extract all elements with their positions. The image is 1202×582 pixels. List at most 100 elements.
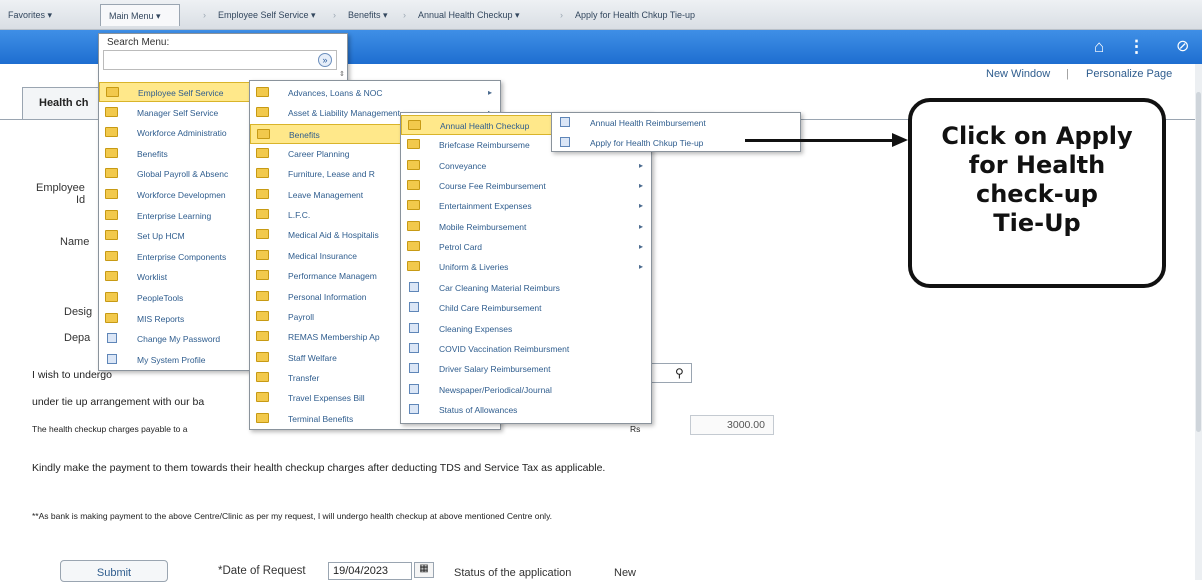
chevron-right-icon: ▸ (638, 221, 643, 231)
date-of-request-label: *Date of Request (218, 565, 306, 577)
folder-icon (105, 168, 118, 179)
menu-item-label: Conveyance (439, 160, 487, 171)
page-icon (107, 353, 117, 364)
menu-item-label: Advances, Loans & NOC (288, 88, 383, 98)
menu-item-label: Driver Salary Reimbursement (439, 364, 551, 375)
breadcrumb-separator-icon: › (333, 10, 336, 20)
page-icon (409, 363, 419, 374)
menu-item-label: Car Cleaning Material Reimburs (439, 282, 560, 293)
personalize-page-link[interactable]: Personalize Page (1086, 68, 1172, 80)
home-icon[interactable]: ⌂ (1094, 37, 1104, 57)
link-divider: | (1066, 68, 1069, 80)
favorites-menu[interactable]: Favorites ▾ (8, 10, 52, 21)
page-icon (409, 302, 419, 313)
search-go-icon[interactable]: » (318, 53, 332, 67)
chevron-right-icon: ▸ (638, 201, 643, 211)
menu-item-label: L.F.C. (288, 210, 311, 221)
menu-item-label: Child Care Reimbursement (439, 303, 542, 314)
menu-item-label: Global Payroll & Absenc (137, 169, 229, 180)
page-icon (409, 342, 419, 353)
menu-item-newspaper-periodical-journal[interactable]: Newspaper/Periodical/Journal (401, 380, 651, 400)
menu-item-label: COVID Vaccination Reimbursment (439, 343, 570, 354)
menu-item-entertainment-expenses[interactable]: Entertainment Expenses ▸ (401, 196, 651, 216)
callout-line: Tie-Up (993, 209, 1081, 237)
menu-item-label: Briefcase Reimburseme (439, 140, 530, 151)
scrollbar-thumb[interactable] (1196, 92, 1201, 432)
menu-item-label: Workforce Developmen (137, 190, 226, 200)
menu-item-apply-for-health-chkup-tie-up[interactable]: Apply for Health Chkup Tie-up (552, 133, 800, 153)
menu-item-mobile-reimbursement[interactable]: Mobile Reimbursement ▸ (401, 217, 651, 237)
folder-icon (407, 180, 420, 191)
folder-icon (407, 159, 420, 170)
menu-item-covid-vaccination-reimbursment[interactable]: COVID Vaccination Reimbursment (401, 339, 651, 359)
menu-item-uniform-liveries[interactable]: Uniform & Liveries ▸ (401, 257, 651, 277)
menu-item-label: My System Profile (137, 354, 206, 365)
menu-item-car-cleaning-material-reimburs[interactable]: Car Cleaning Material Reimburs (401, 278, 651, 298)
callout-line: for Health (968, 151, 1106, 179)
menu-item-label: Employee Self Service (138, 88, 224, 98)
designation-label: Desig (64, 306, 93, 318)
menu-item-status-of-allowances[interactable]: Status of Allowances (401, 400, 651, 420)
centre-lookup-button[interactable]: ⚲ (650, 363, 692, 383)
menu-item-label: Medical Insurance (288, 250, 357, 261)
scroll-indicator-icon[interactable]: ⇕ (339, 70, 345, 78)
folder-icon (105, 106, 118, 117)
date-of-request-input[interactable]: 19/04/2023 (328, 562, 412, 580)
callout-line: check-up (975, 180, 1098, 208)
chevron-right-icon: ▸ (638, 262, 643, 272)
menu-item-child-care-reimbursement[interactable]: Child Care Reimbursement (401, 298, 651, 318)
chevron-right-icon: ▸ (638, 181, 643, 191)
menu-item-course-fee-reimbursement[interactable]: Course Fee Reimbursement ▸ (401, 176, 651, 196)
menu-item-label: Apply for Health Chkup Tie-up (590, 138, 704, 148)
folder-icon (256, 148, 269, 159)
main-menu-button[interactable]: Main Menu ▾ (100, 4, 180, 26)
menu-item-label: Status of Allowances (439, 404, 518, 415)
menu-item-conveyance[interactable]: Conveyance ▸ (401, 156, 651, 176)
folder-icon (256, 168, 269, 179)
folder-icon (407, 200, 420, 211)
page-icon (409, 281, 419, 292)
folder-icon (105, 250, 118, 261)
breadcrumb-benefits[interactable]: Benefits ▾ (348, 10, 388, 21)
folder-icon (256, 209, 269, 220)
folder-icon (407, 241, 420, 252)
page-icon (107, 333, 117, 344)
instruction-callout: Click on Apply for Health check-up Tie-U… (908, 98, 1166, 288)
folder-icon (256, 351, 269, 362)
folder-icon (106, 87, 119, 97)
menu-item-petrol-card[interactable]: Petrol Card ▸ (401, 237, 651, 257)
more-vertical-icon[interactable]: ⋮ (1128, 37, 1145, 57)
tab-label: Health ch (39, 97, 89, 109)
menu-item-cleaning-expenses[interactable]: Cleaning Expenses (401, 319, 651, 339)
breadcrumb-employee-self-service[interactable]: Employee Self Service ▾ (218, 10, 316, 21)
menu-item-label: Uniform & Liveries (439, 262, 509, 273)
search-menu-input[interactable]: » (103, 50, 337, 70)
menu-item-label: Course Fee Reimbursement (439, 181, 546, 192)
menu-item-label: Payroll (288, 311, 314, 322)
menu-item-label: Enterprise Learning (137, 210, 212, 221)
folder-icon (256, 310, 269, 321)
submit-button[interactable]: Submit (60, 560, 168, 582)
menu-item-label: Enterprise Components (137, 251, 227, 262)
calendar-icon[interactable]: ▦ (414, 562, 434, 578)
search-menu-label: Search Menu: (107, 37, 170, 48)
name-label: Name (60, 236, 90, 248)
menu-item-label: Asset & Liability Management (288, 108, 400, 119)
navbar-icon[interactable]: ⊘ (1176, 37, 1189, 57)
menu-item-label: Mobile Reimbursement (439, 221, 527, 232)
menu-item-label: Annual Health Reimbursement (590, 118, 706, 128)
main-menu-label: Main Menu ▾ (109, 11, 161, 21)
new-window-link[interactable]: New Window (986, 68, 1050, 80)
menu-item-driver-salary-reimbursement[interactable]: Driver Salary Reimbursement (401, 359, 651, 379)
charges-currency: Rs (630, 424, 641, 434)
page-icon (409, 322, 419, 333)
menu-item-label: Furniture, Lease and R (288, 169, 375, 180)
menu-item-advances-loans-noc[interactable]: Advances, Loans & NOC ▸ (250, 83, 500, 103)
menu-item-annual-health-reimbursement[interactable]: Annual Health Reimbursement (552, 113, 800, 133)
breadcrumb-annual-health-checkup[interactable]: Annual Health Checkup ▾ (418, 10, 520, 21)
charges-text: The health checkup charges payable to a (32, 424, 188, 434)
menu-item-label: Terminal Benefits (288, 413, 354, 424)
menu-item-label: Staff Welfare (288, 352, 337, 363)
menu-item-label: Medical Aid & Hospitalis (288, 230, 379, 241)
menu-item-label: MIS Reports (137, 313, 185, 324)
